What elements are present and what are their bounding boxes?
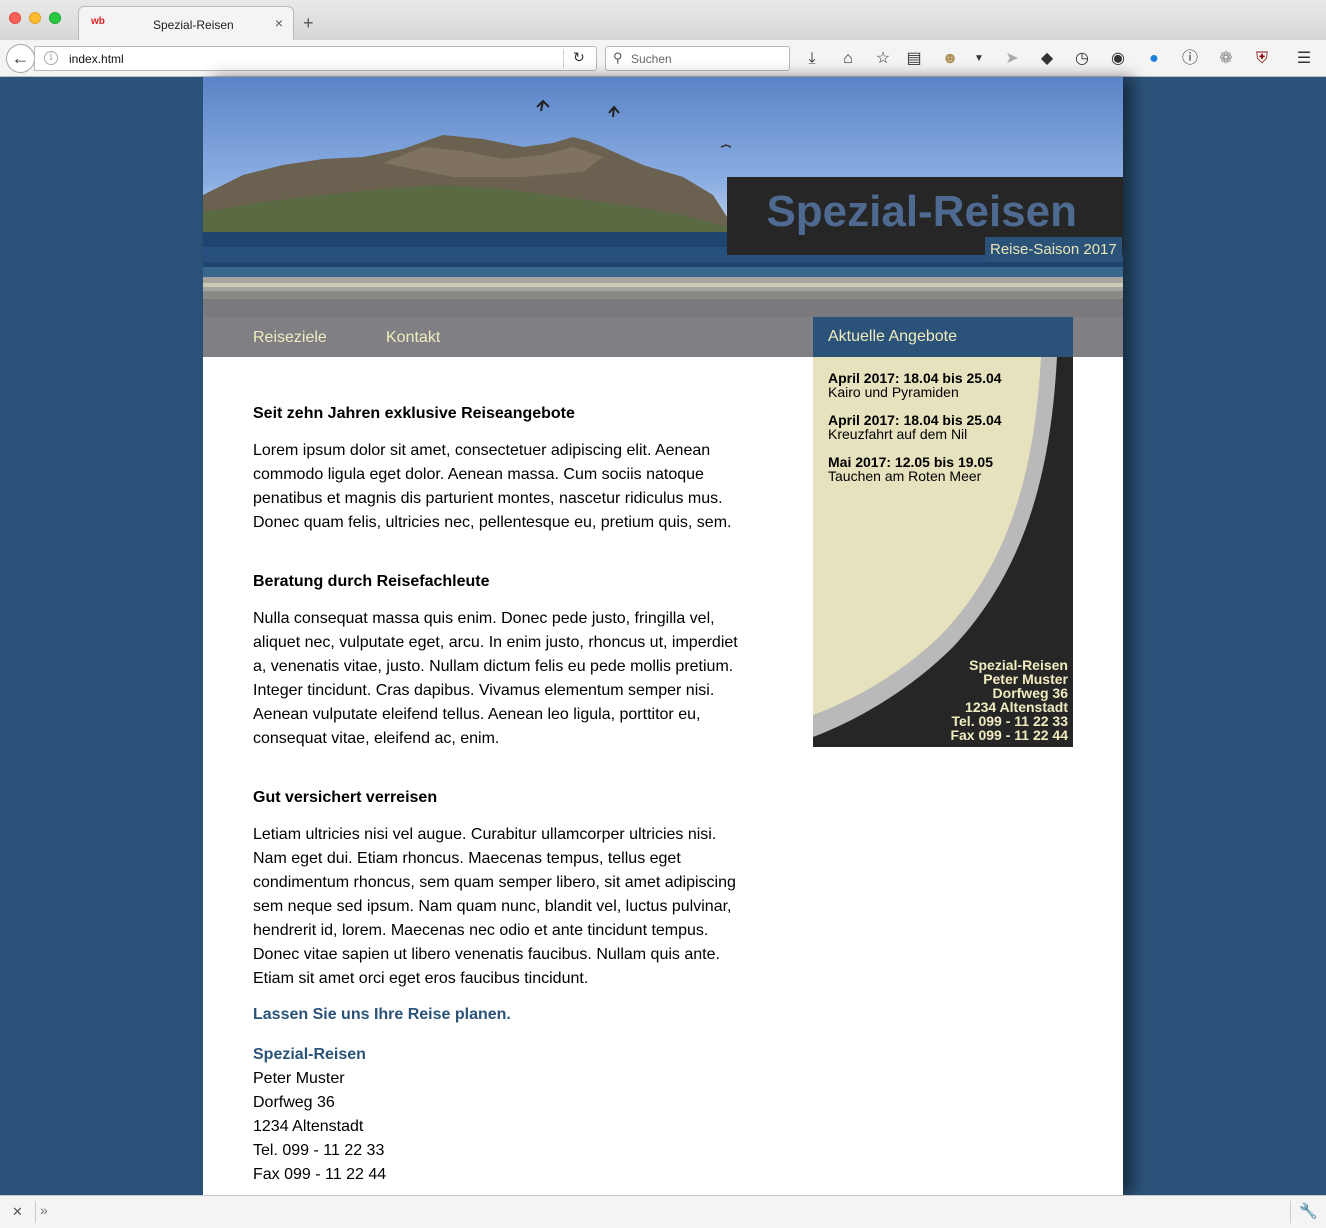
sidebar-address-fax: Fax 099 - 11 22 44 — [950, 727, 1068, 743]
search-placeholder: Suchen — [631, 52, 672, 66]
tab-title: Spezial-Reisen — [153, 18, 234, 32]
url-bar[interactable]: i index.html ↻ — [34, 46, 597, 71]
browser-toolbar: ← i index.html ↻ ⚲ Suchen ⤓ ⌂ ☆ ▤ ☻ ▼ ➤ … — [0, 40, 1326, 77]
favicon-icon: wb — [91, 16, 105, 27]
contact-address: Spezial-Reisen Peter Muster Dorfweg 36 1… — [253, 1043, 386, 1187]
info-icon[interactable]: ⓘ — [1180, 49, 1200, 69]
section-title: Seit zehn Jahren exklusive Reiseangebote — [253, 405, 575, 422]
account-icon[interactable]: ● — [1144, 49, 1164, 69]
section-text: Nulla consequat massa quis enim. Donec p… — [253, 610, 738, 747]
send-icon[interactable]: ➤ — [1002, 49, 1022, 69]
back-button[interactable]: ← — [6, 44, 35, 73]
season-badge: Reise-Saison 2017 — [985, 237, 1122, 262]
section-text: Lorem ipsum dolor sit amet, consectetuer… — [253, 442, 732, 531]
offer-desc: Kreuzfahrt auf dem Nil — [828, 426, 968, 442]
address-phone: Tel. 099 - 11 22 33 — [253, 1142, 385, 1159]
extension-icon[interactable]: ❁ — [1216, 49, 1236, 69]
url-divider — [563, 49, 564, 68]
browser-tab-bar: wb Spezial-Reisen × + — [0, 0, 1326, 40]
cta-heading: Lassen Sie uns Ihre Reise planen. — [253, 1006, 511, 1023]
tab-close-icon[interactable]: × — [275, 15, 283, 31]
window-maximize-button[interactable] — [49, 12, 61, 24]
bookmark-star-icon[interactable]: ☆ — [873, 49, 893, 69]
section-title: Gut versichert verreisen — [253, 789, 438, 806]
statusbar-divider — [1290, 1201, 1291, 1223]
download-icon[interactable]: ⤓ — [802, 49, 822, 69]
offer-item[interactable]: Mai 2017: 12.05 bis 19.05 Tauchen am Rot… — [828, 455, 993, 483]
main-content: Seit zehn Jahren exklusive Reiseangebote… — [253, 403, 753, 991]
offer-date: April 2017: 18.04 bis 25.04 — [828, 412, 1002, 428]
section-title: Beratung durch Reisefachleute — [253, 573, 490, 590]
address-company: Spezial-Reisen — [253, 1046, 366, 1063]
reload-icon[interactable]: ↻ — [573, 49, 585, 66]
sidebar-address-company: Spezial-Reisen — [969, 657, 1068, 673]
offer-date: April 2017: 18.04 bis 25.04 — [828, 370, 1002, 386]
menu-icon[interactable]: ☰ — [1294, 49, 1314, 69]
history-icon[interactable]: ◷ — [1072, 49, 1092, 69]
address-name: Peter Muster — [253, 1070, 345, 1087]
search-icon: ⚲ — [613, 50, 623, 65]
home-icon[interactable]: ⌂ — [838, 49, 858, 69]
new-tab-button[interactable]: + — [303, 14, 314, 32]
offer-desc: Tauchen am Roten Meer — [828, 468, 982, 484]
site-info-icon[interactable]: i — [44, 51, 58, 65]
ublock-icon[interactable]: ⛨ — [1252, 49, 1272, 69]
sidebar-address-phone: Tel. 099 - 11 22 33 — [951, 713, 1069, 729]
sidebar-address-name: Peter Muster — [983, 671, 1068, 687]
sidebar-title: Aktuelle Angebote — [828, 328, 957, 345]
address-street: Dorfweg 36 — [253, 1094, 335, 1111]
reading-list-icon[interactable]: ▤ — [904, 49, 924, 69]
double-chevron-icon[interactable]: » — [40, 1202, 48, 1218]
offer-desc: Kairo und Pyramiden — [828, 384, 959, 400]
sidebar-address-street: Dorfweg 36 — [992, 685, 1068, 701]
url-text[interactable]: index.html — [69, 52, 124, 66]
globe-icon[interactable]: ◉ — [1108, 49, 1128, 69]
sidebar-header: Aktuelle Angebote — [813, 317, 1073, 357]
nav-link-reiseziele[interactable]: Reiseziele — [253, 329, 327, 347]
offer-date: Mai 2017: 12.05 bis 19.05 — [828, 454, 993, 470]
search-input[interactable]: ⚲ Suchen — [605, 46, 790, 71]
wrench-icon[interactable]: 🔧 — [1299, 1202, 1318, 1220]
sidebar-address-city: 1234 Altenstadt — [965, 699, 1068, 715]
address-city: 1234 Altenstadt — [253, 1118, 364, 1135]
web-page: Spezial-Reisen Reise-Saison 2017 Reisezi… — [203, 77, 1123, 1195]
window-close-button[interactable] — [9, 12, 21, 24]
nav-link-kontakt[interactable]: Kontakt — [386, 329, 440, 347]
browser-status-bar: ✕ » 🔧 — [0, 1195, 1326, 1228]
section-text: Letiam ultricies nisi vel augue. Curabit… — [253, 826, 736, 987]
browser-tab[interactable]: wb Spezial-Reisen × — [78, 6, 294, 40]
pocket-icon[interactable]: ◆ — [1037, 49, 1057, 69]
offer-item[interactable]: April 2017: 18.04 bis 25.04 Kairo und Py… — [828, 371, 1002, 399]
avatar-icon[interactable]: ☻ — [940, 49, 960, 69]
offers-sidebar: Aktuelle Angebote April 2017: 18.04 bis … — [813, 317, 1073, 747]
window-minimize-button[interactable] — [29, 12, 41, 24]
sidebar-address: Spezial-Reisen Peter Muster Dorfweg 36 1… — [950, 658, 1068, 742]
close-icon[interactable]: ✕ — [12, 1204, 23, 1220]
address-fax: Fax 099 - 11 22 44 — [253, 1166, 387, 1183]
dropdown-icon[interactable]: ▼ — [969, 49, 989, 69]
offer-item[interactable]: April 2017: 18.04 bis 25.04 Kreuzfahrt a… — [828, 413, 1002, 441]
statusbar-divider — [35, 1201, 36, 1223]
site-title: Spezial-Reisen — [766, 187, 1077, 236]
